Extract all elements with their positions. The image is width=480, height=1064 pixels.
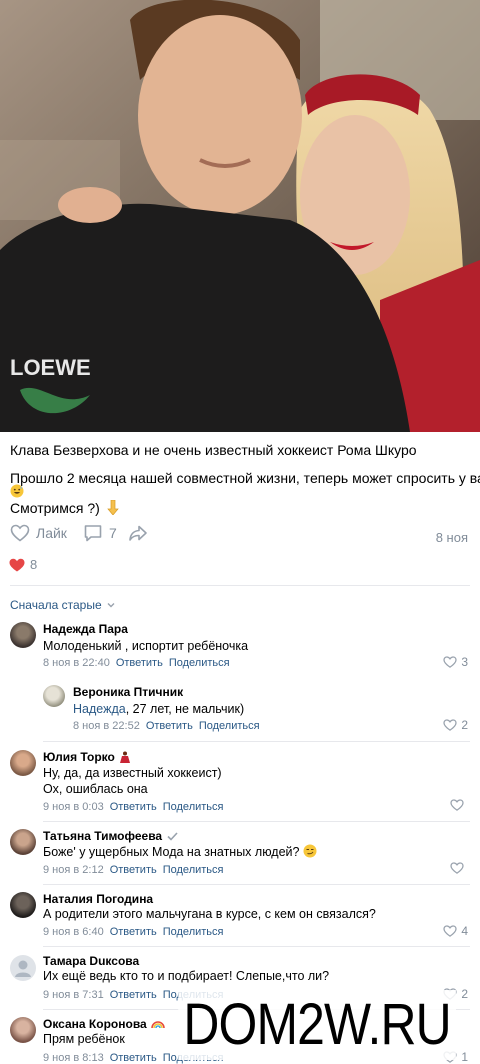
avatar[interactable] <box>10 892 36 918</box>
heart-outline-icon <box>443 925 457 937</box>
checkmark-icon <box>167 831 178 841</box>
default-user-icon <box>15 960 31 977</box>
reactions-summary[interactable]: 8 <box>9 557 37 572</box>
comment-author[interactable]: Юлия Торко <box>43 750 131 764</box>
divider <box>43 821 470 822</box>
comment-text: Молоденький , испортит ребёночка <box>43 639 249 653</box>
avatar[interactable] <box>10 622 36 648</box>
post-title: Клава Безверхова и не очень известный хо… <box>10 442 417 458</box>
divider <box>10 585 470 586</box>
comment-button[interactable]: 7 <box>83 524 117 542</box>
reply-button[interactable]: Ответить <box>110 926 157 938</box>
avatar[interactable] <box>10 829 36 855</box>
heart-outline-icon <box>450 862 464 874</box>
comment-meta: 8 ноя в 22:52 Ответить Поделиться <box>73 720 260 732</box>
share-link[interactable]: Поделиться <box>163 801 224 813</box>
watermark: DOM2W.RU <box>178 990 456 1060</box>
comment-like-button[interactable]: 4 <box>443 924 468 938</box>
share-link[interactable]: Поделиться <box>169 657 230 669</box>
comment-text: Прям ребёнок <box>43 1032 125 1046</box>
divider <box>43 741 470 742</box>
comment-text-line-2: Ох, ошиблась она <box>43 782 148 796</box>
heart-outline-icon <box>443 719 457 731</box>
reply-button[interactable]: Ответить <box>110 989 157 1001</box>
comment-meta: 8 ноя в 22:40 Ответить Поделиться <box>43 657 230 669</box>
smirk-emoji-icon <box>303 844 317 858</box>
comment-meta: 9 ноя в 0:03 Ответить Поделиться <box>43 801 224 813</box>
comment-meta: 9 ноя в 6:40 Ответить Поделиться <box>43 926 224 938</box>
comment-author[interactable]: Тамара Duксова <box>43 954 139 968</box>
dancer-emoji-icon <box>119 751 130 763</box>
svg-text:LOEWE: LOEWE <box>10 355 91 380</box>
chevron-down-icon <box>107 603 115 608</box>
avatar[interactable] <box>10 1017 36 1043</box>
comment-author[interactable]: Татьяна Тимофеева <box>43 829 178 843</box>
reply-button[interactable]: Ответить <box>116 657 163 669</box>
rainbow-emoji-icon <box>150 1021 165 1029</box>
comment-author[interactable]: Надежда Пара <box>43 622 128 636</box>
reply-button[interactable]: Ответить <box>110 864 157 876</box>
avatar[interactable] <box>10 955 36 981</box>
comments-sort-dropdown[interactable]: Сначала старые <box>10 598 116 612</box>
comment-text: Боже' у ущербных Мода на знатных людей? <box>43 844 317 860</box>
comment-text: Надежда, 27 лет, не мальчик) <box>73 702 245 716</box>
comment-author[interactable]: Вероника Птичник <box>73 685 183 699</box>
reply-to-mention[interactable]: Надежда <box>73 702 126 716</box>
share-button[interactable] <box>128 524 148 542</box>
heart-outline-icon <box>443 656 457 668</box>
avatar[interactable] <box>10 750 36 776</box>
comment-text: Ну, да, да известный хоккеист) <box>43 766 222 780</box>
comment-like-button[interactable]: 2 <box>443 718 468 732</box>
post-text-line-2: Смотримся ?) <box>10 499 119 517</box>
post-text-line-1: Прошло 2 месяца нашей совместной жизни, … <box>10 470 480 486</box>
comment-like-button[interactable]: 3 <box>443 655 468 669</box>
comment-text: А родители этого мальчугана в курсе, с к… <box>43 907 376 921</box>
reply-button[interactable]: Ответить <box>110 801 157 813</box>
post-date: 8 ноя <box>435 530 468 545</box>
pointing-down-emoji-icon <box>106 499 119 516</box>
share-link[interactable]: Поделиться <box>163 864 224 876</box>
heart-outline-icon <box>10 524 30 542</box>
comment-text: Их ещё ведь кто то и подбирает! Слепые,ч… <box>43 969 330 983</box>
heart-outline-icon <box>450 799 464 811</box>
share-arrow-icon <box>129 525 147 541</box>
comment-meta: 9 ноя в 2:12 Ответить Поделиться <box>43 864 224 876</box>
post-action-bar: Лайк 7 8 ноя <box>0 524 480 550</box>
red-heart-icon <box>9 558 25 571</box>
post-photo[interactable]: LOEWE <box>0 0 480 432</box>
divider <box>43 946 470 947</box>
share-link[interactable]: Поделиться <box>199 720 260 732</box>
like-button[interactable]: Лайк <box>10 524 67 542</box>
avatar[interactable] <box>43 685 65 707</box>
comment-author[interactable]: Наталия Погодина <box>43 892 153 906</box>
comment-author[interactable]: Оксана Коронова <box>43 1017 165 1031</box>
comment-like-button[interactable] <box>450 799 468 811</box>
divider <box>43 884 470 885</box>
reply-button[interactable]: Ответить <box>146 720 193 732</box>
reply-button[interactable]: Ответить <box>110 1052 157 1064</box>
comment-like-button[interactable] <box>450 862 468 874</box>
share-link[interactable]: Поделиться <box>163 926 224 938</box>
comment-icon <box>84 525 102 542</box>
